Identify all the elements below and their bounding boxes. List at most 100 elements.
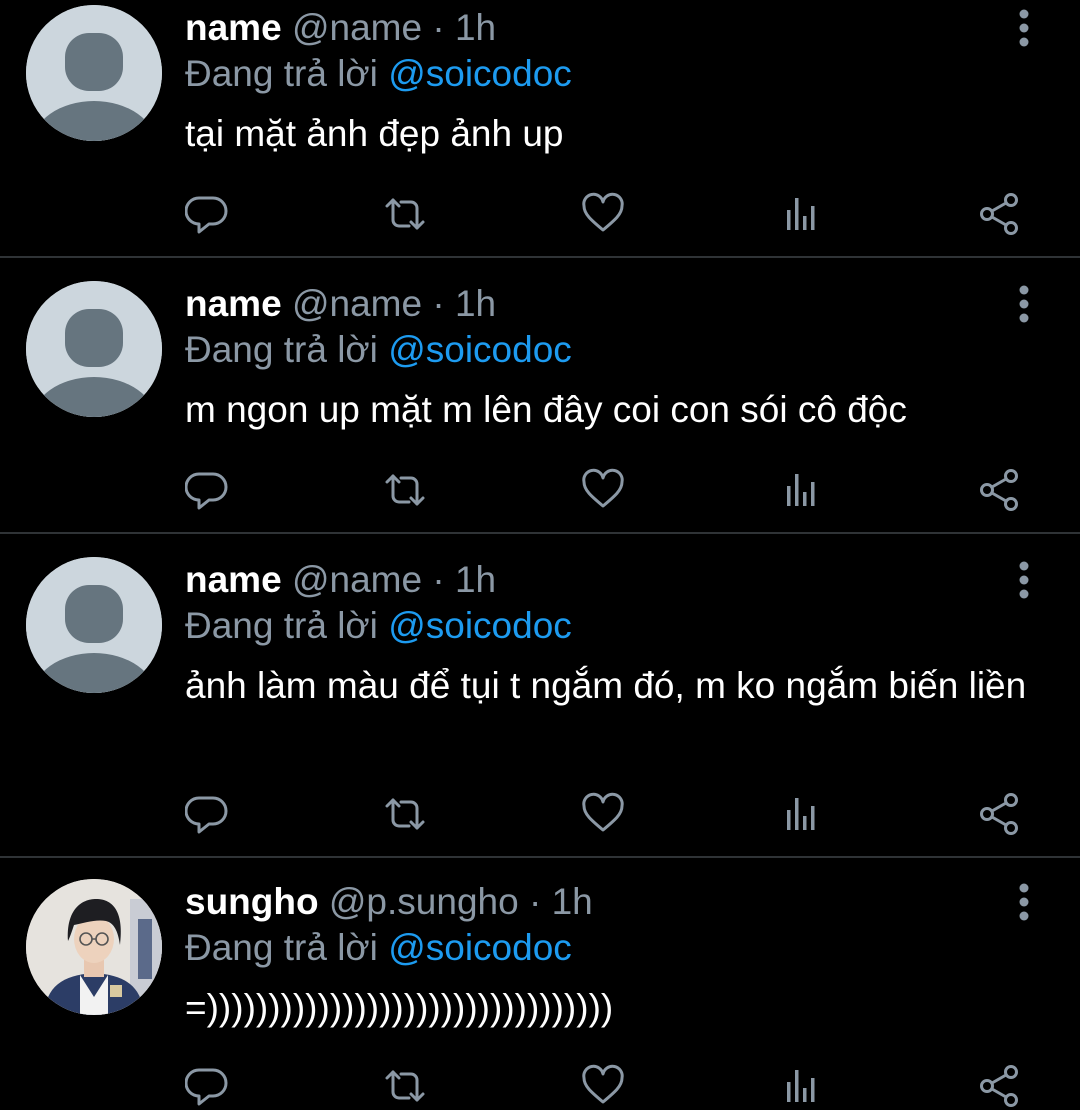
tweet-header: name @name · 1h bbox=[185, 558, 496, 602]
reply-button[interactable] bbox=[185, 792, 229, 836]
tweet[interactable]: sungho @p.sungho · 1h Đang trả lời @soic… bbox=[0, 874, 1080, 1110]
retweet-button[interactable] bbox=[383, 468, 427, 512]
reply-icon bbox=[185, 196, 228, 234]
reply-feed: name @name · 1h Đang trả lời @soicodoc t… bbox=[0, 0, 1080, 1110]
share-icon bbox=[980, 793, 1018, 835]
share-icon bbox=[980, 1065, 1018, 1107]
avatar[interactable] bbox=[26, 5, 162, 141]
avatar[interactable] bbox=[26, 557, 162, 693]
analytics-icon bbox=[787, 198, 815, 230]
tweet-text: m ngon up mặt m lên đây coi con sói cô đ… bbox=[185, 389, 907, 430]
reply-mention-link[interactable]: @soicodoc bbox=[388, 329, 572, 370]
tweet[interactable]: name @name · 1h Đang trả lời @soicodoc t… bbox=[0, 0, 1080, 258]
retweet-icon bbox=[385, 1070, 425, 1102]
default-avatar-icon bbox=[26, 5, 162, 141]
retweet-icon bbox=[385, 798, 425, 830]
avatar[interactable] bbox=[26, 281, 162, 417]
heart-icon bbox=[582, 468, 624, 508]
tweet-text: tại mặt ảnh đẹp ảnh up bbox=[185, 113, 564, 154]
tweet-header: name @name · 1h bbox=[185, 282, 496, 326]
more-vertical-icon bbox=[1019, 285, 1029, 323]
analytics-button[interactable] bbox=[779, 1064, 823, 1108]
share-button[interactable] bbox=[977, 468, 1021, 512]
action-bar bbox=[185, 192, 1025, 240]
more-vertical-icon bbox=[1019, 9, 1029, 47]
share-button[interactable] bbox=[977, 192, 1021, 236]
like-button[interactable] bbox=[581, 792, 625, 836]
tweet-text: ảnh làm màu để tụi t ngắm đó, m ko ngắm … bbox=[185, 665, 1027, 706]
like-button[interactable] bbox=[581, 1064, 625, 1108]
analytics-button[interactable] bbox=[779, 792, 823, 836]
replying-to: Đang trả lời @soicodoc bbox=[185, 604, 572, 648]
timestamp[interactable]: 1h bbox=[455, 283, 496, 324]
more-vertical-icon bbox=[1019, 561, 1029, 599]
reply-icon bbox=[185, 1068, 228, 1106]
retweet-icon bbox=[385, 198, 425, 230]
display-name[interactable]: name bbox=[185, 283, 282, 324]
like-button[interactable] bbox=[581, 192, 625, 236]
timestamp[interactable]: 1h bbox=[455, 7, 496, 48]
timestamp[interactable]: 1h bbox=[455, 559, 496, 600]
reply-prefix: Đang trả lời bbox=[185, 53, 378, 94]
handle[interactable]: @p.sungho bbox=[329, 881, 519, 922]
retweet-icon bbox=[385, 474, 425, 506]
analytics-button[interactable] bbox=[779, 192, 823, 236]
retweet-button[interactable] bbox=[383, 1064, 427, 1108]
divider bbox=[0, 856, 1080, 858]
reply-button[interactable] bbox=[185, 1064, 229, 1108]
analytics-button[interactable] bbox=[779, 468, 823, 512]
action-bar bbox=[185, 468, 1025, 516]
heart-icon bbox=[582, 792, 624, 832]
divider bbox=[0, 256, 1080, 258]
tweet[interactable]: name @name · 1h Đang trả lời @soicodoc ả… bbox=[0, 552, 1080, 858]
reply-icon bbox=[185, 472, 228, 510]
handle[interactable]: @name bbox=[292, 559, 422, 600]
heart-icon bbox=[582, 192, 624, 232]
more-vertical-icon bbox=[1019, 883, 1029, 921]
action-bar bbox=[185, 1064, 1025, 1110]
default-avatar-icon bbox=[26, 557, 162, 693]
replying-to: Đang trả lời @soicodoc bbox=[185, 926, 572, 970]
share-button[interactable] bbox=[977, 792, 1021, 836]
more-options-button[interactable] bbox=[1008, 882, 1040, 922]
retweet-button[interactable] bbox=[383, 792, 427, 836]
default-avatar-icon bbox=[26, 281, 162, 417]
display-name[interactable]: name bbox=[185, 7, 282, 48]
reply-prefix: Đang trả lời bbox=[185, 927, 378, 968]
display-name[interactable]: name bbox=[185, 559, 282, 600]
share-button[interactable] bbox=[977, 1064, 1021, 1108]
handle[interactable]: @name bbox=[292, 7, 422, 48]
reply-mention-link[interactable]: @soicodoc bbox=[388, 605, 572, 646]
handle[interactable]: @name bbox=[292, 283, 422, 324]
more-options-button[interactable] bbox=[1008, 284, 1040, 324]
analytics-icon bbox=[787, 798, 815, 830]
replying-to: Đang trả lời @soicodoc bbox=[185, 52, 572, 96]
analytics-icon bbox=[787, 474, 815, 506]
retweet-button[interactable] bbox=[383, 192, 427, 236]
separator: · bbox=[432, 283, 445, 324]
share-icon bbox=[980, 469, 1018, 511]
avatar[interactable] bbox=[26, 879, 162, 1015]
action-bar bbox=[185, 792, 1025, 840]
share-icon bbox=[980, 193, 1018, 235]
divider bbox=[0, 532, 1080, 534]
like-button[interactable] bbox=[581, 468, 625, 512]
reply-button[interactable] bbox=[185, 192, 229, 236]
timestamp[interactable]: 1h bbox=[552, 881, 593, 922]
replying-to: Đang trả lời @soicodoc bbox=[185, 328, 572, 372]
reply-button[interactable] bbox=[185, 468, 229, 512]
more-options-button[interactable] bbox=[1008, 560, 1040, 600]
reply-mention-link[interactable]: @soicodoc bbox=[388, 927, 572, 968]
display-name[interactable]: sungho bbox=[185, 881, 319, 922]
tweet-text: =))))))))))))))))))))))))))))))))) bbox=[185, 987, 614, 1028]
separator: · bbox=[528, 881, 542, 922]
tweet-header: sungho @p.sungho · 1h bbox=[185, 880, 593, 924]
separator: · bbox=[432, 559, 445, 600]
reply-prefix: Đang trả lời bbox=[185, 605, 378, 646]
heart-icon bbox=[582, 1064, 624, 1104]
tweet[interactable]: name @name · 1h Đang trả lời @soicodoc m… bbox=[0, 276, 1080, 534]
reply-prefix: Đang trả lời bbox=[185, 329, 378, 370]
tweet-header: name @name · 1h bbox=[185, 6, 496, 50]
more-options-button[interactable] bbox=[1008, 8, 1040, 48]
reply-mention-link[interactable]: @soicodoc bbox=[388, 53, 572, 94]
